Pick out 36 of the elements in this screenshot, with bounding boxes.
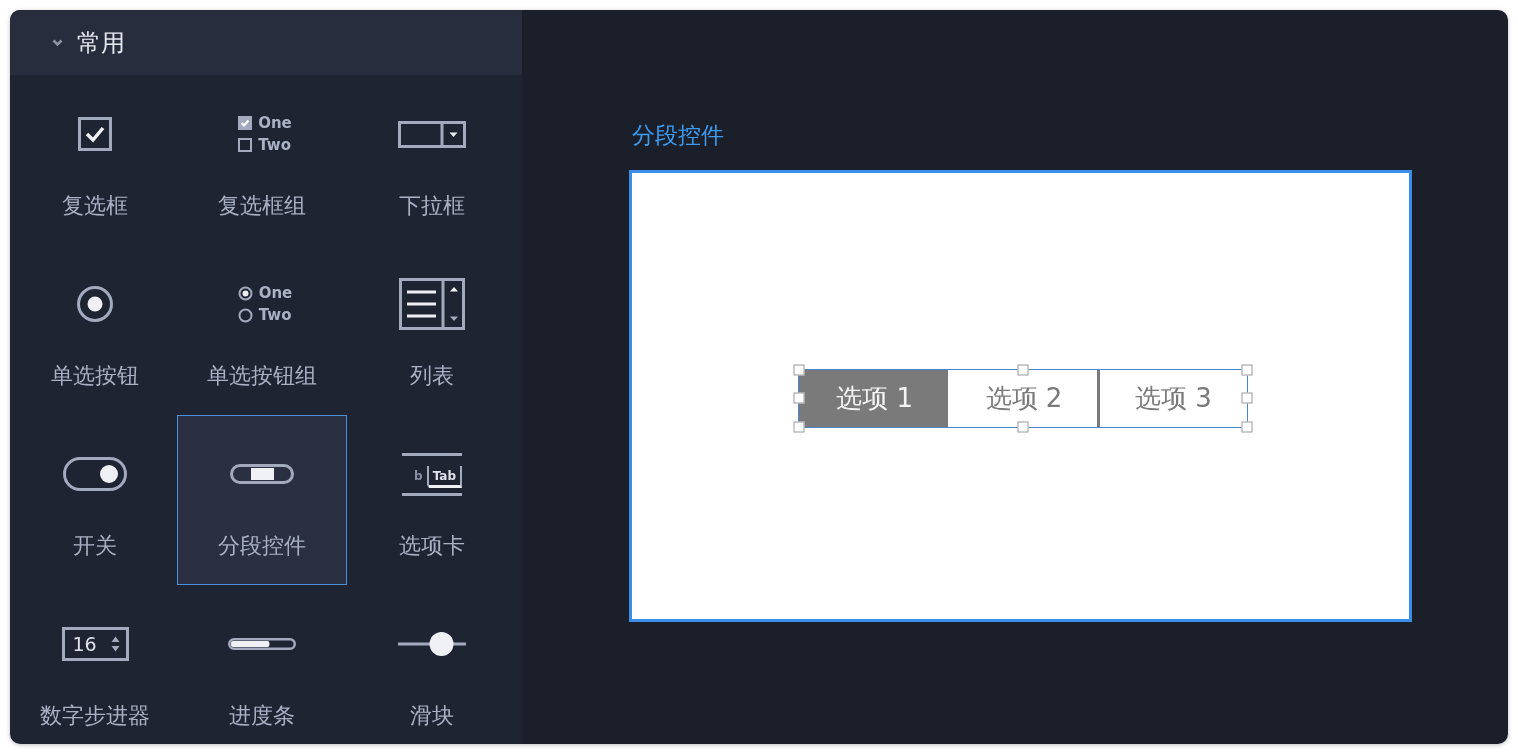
option-label: One	[258, 115, 292, 131]
stepper-value: 16	[72, 633, 97, 655]
option-label: Two	[258, 137, 291, 153]
resize-handle-icon[interactable]	[1241, 392, 1252, 404]
component-tile[interactable]: 分段控件	[177, 415, 347, 585]
spinner-arrows-icon	[110, 635, 120, 653]
resize-handle-icon[interactable]	[793, 421, 804, 432]
section-header[interactable]: 常用	[10, 10, 522, 75]
component-tile[interactable]: 下拉框	[347, 75, 517, 245]
segment-option[interactable]: 选项 1	[798, 369, 948, 427]
component-tile[interactable]: 单选按钮	[10, 245, 180, 415]
segmented-control-icon	[230, 464, 294, 484]
resize-handle-icon[interactable]	[1017, 364, 1028, 375]
component-tile[interactable]: One Two 单选按钮组	[177, 245, 347, 415]
component-tile[interactable]: 列表	[347, 245, 517, 415]
component-tile[interactable]: 进度条	[177, 585, 347, 744]
dropdown-icon	[398, 120, 466, 148]
tab-label: Tab	[428, 466, 462, 488]
list-box-icon	[399, 278, 465, 330]
chevron-icon[interactable]	[52, 37, 63, 48]
component-tile[interactable]: 开关	[10, 415, 180, 585]
option-label: Two	[258, 307, 292, 323]
tab-label: b	[410, 466, 429, 488]
resize-handle-icon[interactable]	[793, 392, 804, 404]
component-tile[interactable]: 复选框	[10, 75, 180, 245]
resize-handle-icon[interactable]	[1241, 364, 1252, 375]
resize-handle-icon[interactable]	[1241, 421, 1252, 432]
component-tile[interactable]: One Two 复选框组	[177, 75, 347, 245]
component-tile[interactable]: 滑块	[347, 585, 517, 744]
resize-handle-icon[interactable]	[793, 364, 804, 375]
resize-handle-icon[interactable]	[1017, 421, 1028, 432]
option-label: One	[258, 285, 293, 301]
component-tile[interactable]: b Tab 选项卡	[347, 415, 517, 585]
component-tile[interactable]: 16 数字步进器	[10, 585, 180, 744]
canvas-title: 分段控件	[632, 121, 724, 150]
section-title: 常用	[77, 27, 125, 58]
